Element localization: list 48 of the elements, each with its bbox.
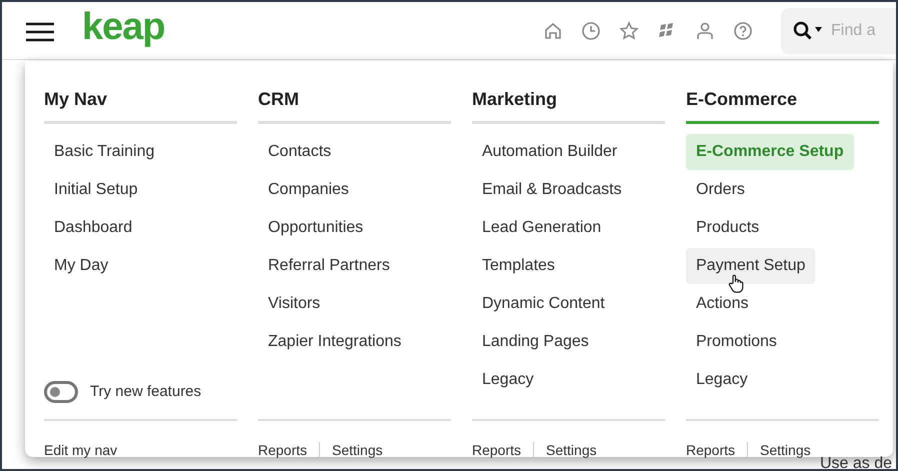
menu-item[interactable]: Contacts	[258, 134, 342, 170]
footer-link[interactable]: Reports	[686, 440, 736, 461]
menu-item[interactable]: E-Commerce Setup	[686, 134, 854, 170]
menu-item[interactable]: Legacy	[686, 362, 758, 398]
column-heading: My Nav	[44, 86, 237, 124]
toggle-switch[interactable]	[44, 380, 78, 403]
menu-item[interactable]: Landing Pages	[472, 324, 599, 360]
menu-item[interactable]: Dashboard	[44, 210, 142, 246]
toggle-label: Try new features	[90, 382, 202, 402]
hand-cursor-icon	[728, 272, 744, 292]
menu-item[interactable]: My Day	[44, 248, 118, 284]
menu-item[interactable]: Orders	[686, 172, 755, 208]
menu-item[interactable]: Legacy	[472, 362, 544, 398]
column-heading: CRM	[258, 86, 451, 124]
menu-item[interactable]: Promotions	[686, 324, 787, 360]
footer-link[interactable]: Settings	[332, 440, 383, 461]
footer-link[interactable]: Settings	[546, 440, 597, 461]
footer-link[interactable]: Reports	[258, 440, 308, 461]
clock-icon[interactable]	[581, 20, 601, 40]
menu-item[interactable]: Basic Training	[44, 134, 164, 170]
menu-item[interactable]: Referral Partners	[258, 248, 400, 284]
footer-link[interactable]: Settings	[760, 440, 811, 461]
menu-button[interactable]	[26, 20, 54, 40]
logo: keap	[82, 8, 165, 46]
menu-item[interactable]: Products	[686, 210, 770, 246]
menu-item[interactable]: Initial Setup	[44, 172, 148, 208]
footer-link[interactable]: Edit my nav	[44, 440, 118, 461]
search-icon[interactable]	[793, 20, 823, 40]
menu-item[interactable]: Companies	[258, 172, 359, 208]
column-heading: Marketing	[472, 86, 665, 124]
menu-item[interactable]: Zapier Integrations	[258, 324, 412, 360]
menu-item[interactable]: Visitors	[258, 286, 330, 322]
person-icon[interactable]	[695, 20, 715, 40]
search-bar[interactable]: Find a	[781, 8, 896, 54]
menu-item[interactable]: Lead Generation	[472, 210, 612, 246]
menu-item[interactable]: Templates	[472, 248, 565, 284]
footer-link[interactable]: Reports	[472, 440, 522, 461]
menu-item[interactable]: Actions	[686, 286, 758, 322]
help-icon[interactable]	[733, 20, 753, 40]
menu-item[interactable]: Opportunities	[258, 210, 374, 246]
column-heading: E-Commerce	[686, 86, 879, 124]
menu-item[interactable]: Automation Builder	[472, 134, 628, 170]
star-icon[interactable]	[619, 20, 639, 40]
menu-item[interactable]: Dynamic Content	[472, 286, 615, 322]
home-icon[interactable]	[543, 20, 563, 40]
search-input[interactable]: Find a	[829, 18, 879, 44]
page-text: Use as de	[820, 456, 892, 469]
menu-item[interactable]: Email & Broadcasts	[472, 172, 632, 208]
